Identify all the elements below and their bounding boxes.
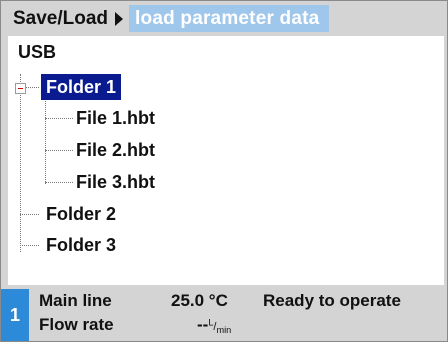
- tree-item-label: File 3.hbt: [76, 172, 156, 192]
- tree-line: [20, 74, 21, 252]
- tree-file-2[interactable]: File 2.hbt: [76, 137, 155, 163]
- main-line-value: 25.0 °C: [171, 291, 228, 310]
- flow-rate-label: Flow rate: [39, 315, 114, 334]
- tree-item-label: File 1.hbt: [76, 108, 156, 128]
- flow-unit-den: min: [216, 325, 232, 336]
- flow-unit-num: L: [208, 317, 214, 328]
- collapse-toggle-icon[interactable]: [15, 83, 26, 94]
- breadcrumb-arrow-icon: [115, 11, 124, 26]
- tree-line: [45, 98, 46, 184]
- tree-item-label: File 2.hbt: [76, 140, 156, 160]
- tree-line: [45, 150, 73, 151]
- breadcrumb-current: load parameter data: [129, 5, 330, 32]
- header-bar: Save/Load load parameter data: [1, 1, 447, 36]
- file-tree-panel: USB Folder 1 File 1.hbt File 2.hbt File …: [8, 36, 444, 285]
- tree-file-1[interactable]: File 1.hbt: [76, 105, 155, 131]
- tree-root-usb[interactable]: USB: [18, 42, 56, 63]
- tree-line: [20, 245, 39, 246]
- flow-rate-number: --: [197, 315, 209, 334]
- tree-line: [25, 87, 39, 88]
- tree-line: [45, 182, 73, 183]
- tree-line: [20, 214, 39, 215]
- main-line-label: Main line: [39, 291, 112, 310]
- tree-folder-2[interactable]: Folder 2: [46, 201, 116, 227]
- tree-item-label: Folder 3: [46, 235, 117, 255]
- tree-item-label: Folder 2: [46, 204, 117, 224]
- tree-folder-3[interactable]: Folder 3: [46, 232, 116, 258]
- flow-rate-unit: L/min: [208, 317, 232, 336]
- operation-status-text: Ready to operate: [263, 291, 401, 310]
- tree-folder-1[interactable]: Folder 1: [41, 74, 122, 100]
- tree-item-label: Folder 1: [46, 77, 117, 97]
- tree-line: [45, 118, 73, 119]
- app-frame: Save/Load load parameter data USB Folder…: [0, 0, 448, 342]
- tree-file-3[interactable]: File 3.hbt: [76, 169, 155, 195]
- breadcrumb-root[interactable]: Save/Load: [13, 8, 108, 30]
- status-index-badge: 1: [1, 289, 29, 341]
- flow-rate-value: --L/min: [197, 315, 231, 335]
- status-bar: 1 Main line 25.0 °C Flow rate --L/min Re…: [1, 285, 447, 341]
